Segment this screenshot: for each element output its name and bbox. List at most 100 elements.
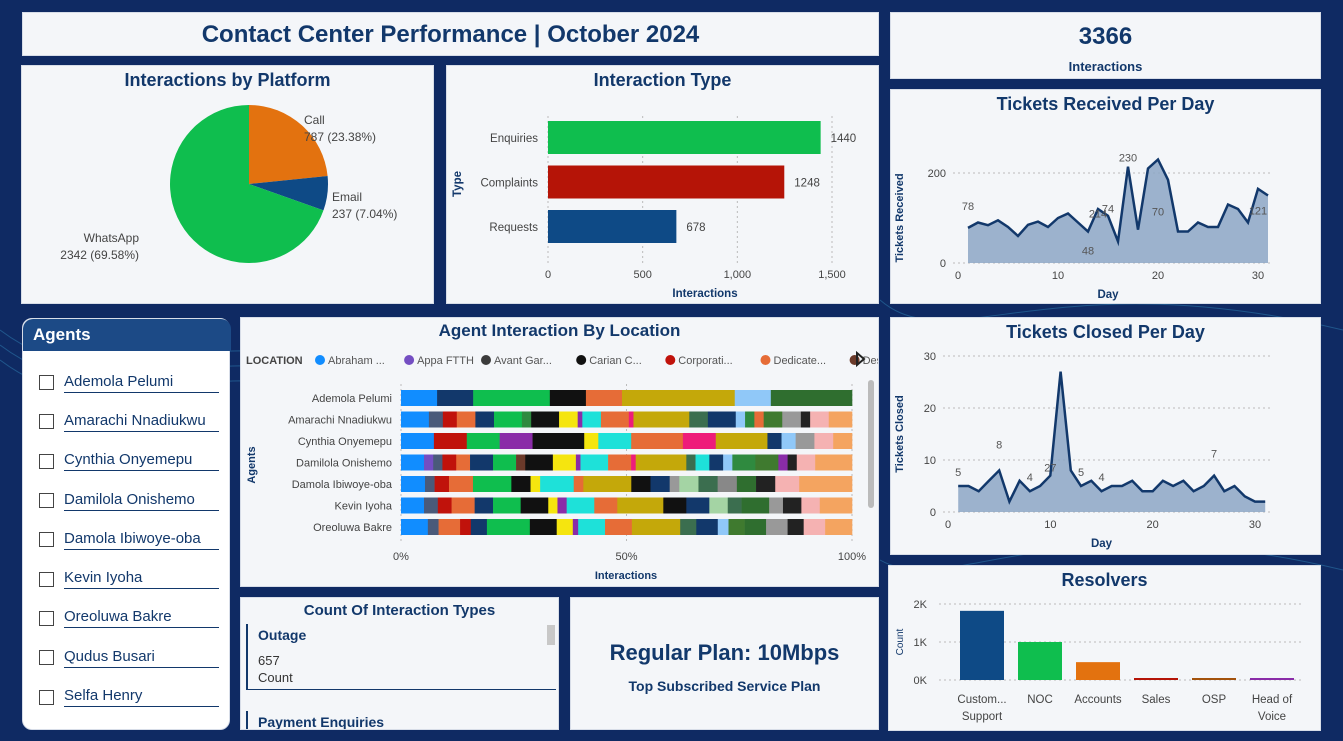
agent-label: Selfa Henry bbox=[64, 687, 219, 708]
location-legend-label: Destiny bbox=[863, 355, 878, 367]
location-bar-segment bbox=[698, 476, 718, 492]
agent-label: Damola Ibiwoye-oba bbox=[64, 530, 219, 550]
type-tick-label: 1,500 bbox=[818, 269, 846, 281]
location-bar-segment bbox=[631, 433, 684, 449]
area-x-tick: 0 bbox=[945, 519, 951, 531]
location-bar-segment bbox=[401, 411, 430, 428]
location-bar-segment bbox=[470, 454, 494, 471]
location-bar-segment bbox=[424, 497, 439, 514]
location-bar-segment bbox=[778, 454, 788, 471]
agent-checkbox[interactable] bbox=[39, 453, 54, 469]
agent-item[interactable]: Cynthia Onyemepu bbox=[39, 442, 219, 481]
location-bar-segment bbox=[775, 476, 800, 492]
agent-item[interactable]: Oreoluwa Bakre bbox=[39, 599, 219, 638]
area-x-axis-label: Day bbox=[1091, 538, 1113, 550]
location-legend-label: Avant Gar... bbox=[494, 355, 552, 367]
resolvers-y-tick: 2K bbox=[914, 599, 928, 611]
location-bar-segment bbox=[437, 497, 452, 514]
agent-item[interactable]: Qudus Busari bbox=[39, 638, 219, 677]
location-bar-segment bbox=[433, 454, 443, 471]
area-x-tick: 0 bbox=[955, 270, 961, 282]
agent-item[interactable]: Amarachi Nnadiukwu bbox=[39, 402, 219, 441]
location-bar-segment bbox=[715, 433, 768, 449]
area-x-axis-label: Day bbox=[1097, 289, 1119, 301]
location-x-tick: 0% bbox=[393, 551, 409, 563]
area-x-tick: 10 bbox=[1052, 270, 1064, 282]
area-x-tick: 20 bbox=[1152, 270, 1164, 282]
type-bar-complaints bbox=[548, 165, 785, 199]
location-x-tick: 100% bbox=[838, 551, 866, 563]
agent-checkbox[interactable] bbox=[39, 493, 54, 509]
area-y-tick: 0 bbox=[940, 258, 946, 270]
location-bar-segment bbox=[801, 497, 821, 514]
location-bar-segment bbox=[575, 454, 581, 471]
resolvers-category-label: OSP bbox=[1202, 694, 1227, 706]
location-bar-segment bbox=[745, 411, 755, 428]
agent-checkbox[interactable] bbox=[39, 375, 54, 391]
agent-checkbox[interactable] bbox=[39, 414, 54, 430]
agent-item[interactable]: Kevin Iyoha bbox=[39, 559, 219, 598]
agent-checkbox[interactable] bbox=[39, 689, 54, 705]
location-bar-segment bbox=[493, 454, 517, 471]
location-bar-segment bbox=[552, 454, 577, 471]
area-y-tick: 10 bbox=[924, 455, 936, 467]
location-bar-segment bbox=[799, 476, 853, 492]
location-bar-segment bbox=[600, 411, 630, 428]
area-fill bbox=[968, 159, 1268, 263]
area-y-tick: 20 bbox=[924, 403, 936, 415]
location-bar-segment bbox=[766, 519, 788, 535]
agent-item[interactable]: Damola Ibiwoye-oba bbox=[39, 520, 219, 559]
location-x-axis-label: Interactions bbox=[595, 570, 657, 582]
area-y-tick: 200 bbox=[928, 168, 946, 180]
location-legend-title: LOCATION bbox=[246, 355, 303, 367]
location-bar-segment bbox=[707, 411, 737, 428]
type-y-axis-label: Type bbox=[452, 171, 464, 197]
count-types-scrollbar[interactable] bbox=[547, 625, 555, 645]
agent-checkbox[interactable] bbox=[39, 532, 54, 548]
location-legend-label: Abraham ... bbox=[328, 355, 385, 367]
location-row-label: Ademola Pelumi bbox=[312, 393, 392, 405]
resolvers-category-label: Custom... bbox=[957, 694, 1006, 706]
location-bar-segment bbox=[810, 411, 830, 428]
agent-item[interactable]: Selfa Henry bbox=[39, 677, 219, 716]
location-bar-segment bbox=[448, 476, 474, 492]
resolvers-bar bbox=[1192, 678, 1236, 680]
location-bar-segment bbox=[787, 519, 804, 535]
agent-checkbox[interactable] bbox=[39, 610, 54, 626]
location-bar-segment bbox=[814, 433, 834, 449]
location-legend-label: Corporati... bbox=[678, 355, 732, 367]
location-row-label: Damilola Onishemo bbox=[296, 458, 392, 470]
area-data-label: 74 bbox=[1102, 204, 1114, 216]
location-bar-segment bbox=[782, 497, 802, 514]
location-bar-segment bbox=[696, 519, 719, 535]
location-bar-segment bbox=[770, 390, 853, 406]
type-bar-chart: 0 500 1,000 1,500 Enquiries 1440 Complaints 124… bbox=[452, 116, 856, 300]
location-bar-segment bbox=[437, 390, 474, 406]
agent-item[interactable]: Ademola Pelumi bbox=[39, 363, 219, 402]
location-bar-segment bbox=[732, 454, 756, 471]
location-bar-segment bbox=[529, 519, 558, 535]
area-y-tick: 0 bbox=[930, 507, 936, 519]
pie-label-value: 2342 (69.58%) bbox=[60, 248, 139, 262]
type-tick-label: 500 bbox=[633, 269, 651, 281]
type-chart-card: Interaction Type 0 500 1,000 1,500 Enquiries… bbox=[446, 65, 879, 304]
location-bar-segment bbox=[767, 433, 782, 449]
location-scrollbar[interactable] bbox=[868, 380, 874, 508]
agent-checkbox[interactable] bbox=[39, 650, 54, 666]
area-data-label: 5 bbox=[955, 467, 961, 479]
agent-item[interactable]: Damilola Onishemo bbox=[39, 481, 219, 520]
area-data-label: 7 bbox=[1211, 449, 1217, 461]
count-card-outage: Outage 657 Count bbox=[246, 624, 556, 690]
location-bar-segment bbox=[475, 411, 495, 428]
location-bar-segment bbox=[755, 454, 779, 471]
resolvers-category-label: Head of bbox=[1252, 694, 1293, 706]
location-legend-marker bbox=[481, 355, 491, 365]
agent-checkbox[interactable] bbox=[39, 571, 54, 587]
resolvers-bar bbox=[1134, 678, 1178, 680]
location-bar-segment bbox=[525, 454, 554, 471]
area-data-label: 78 bbox=[962, 201, 974, 213]
type-category-label: Enquiries bbox=[490, 133, 538, 145]
resolvers-y-tick: 0K bbox=[914, 675, 928, 687]
location-bar-segment bbox=[585, 390, 623, 406]
location-bar-segment bbox=[424, 476, 435, 492]
